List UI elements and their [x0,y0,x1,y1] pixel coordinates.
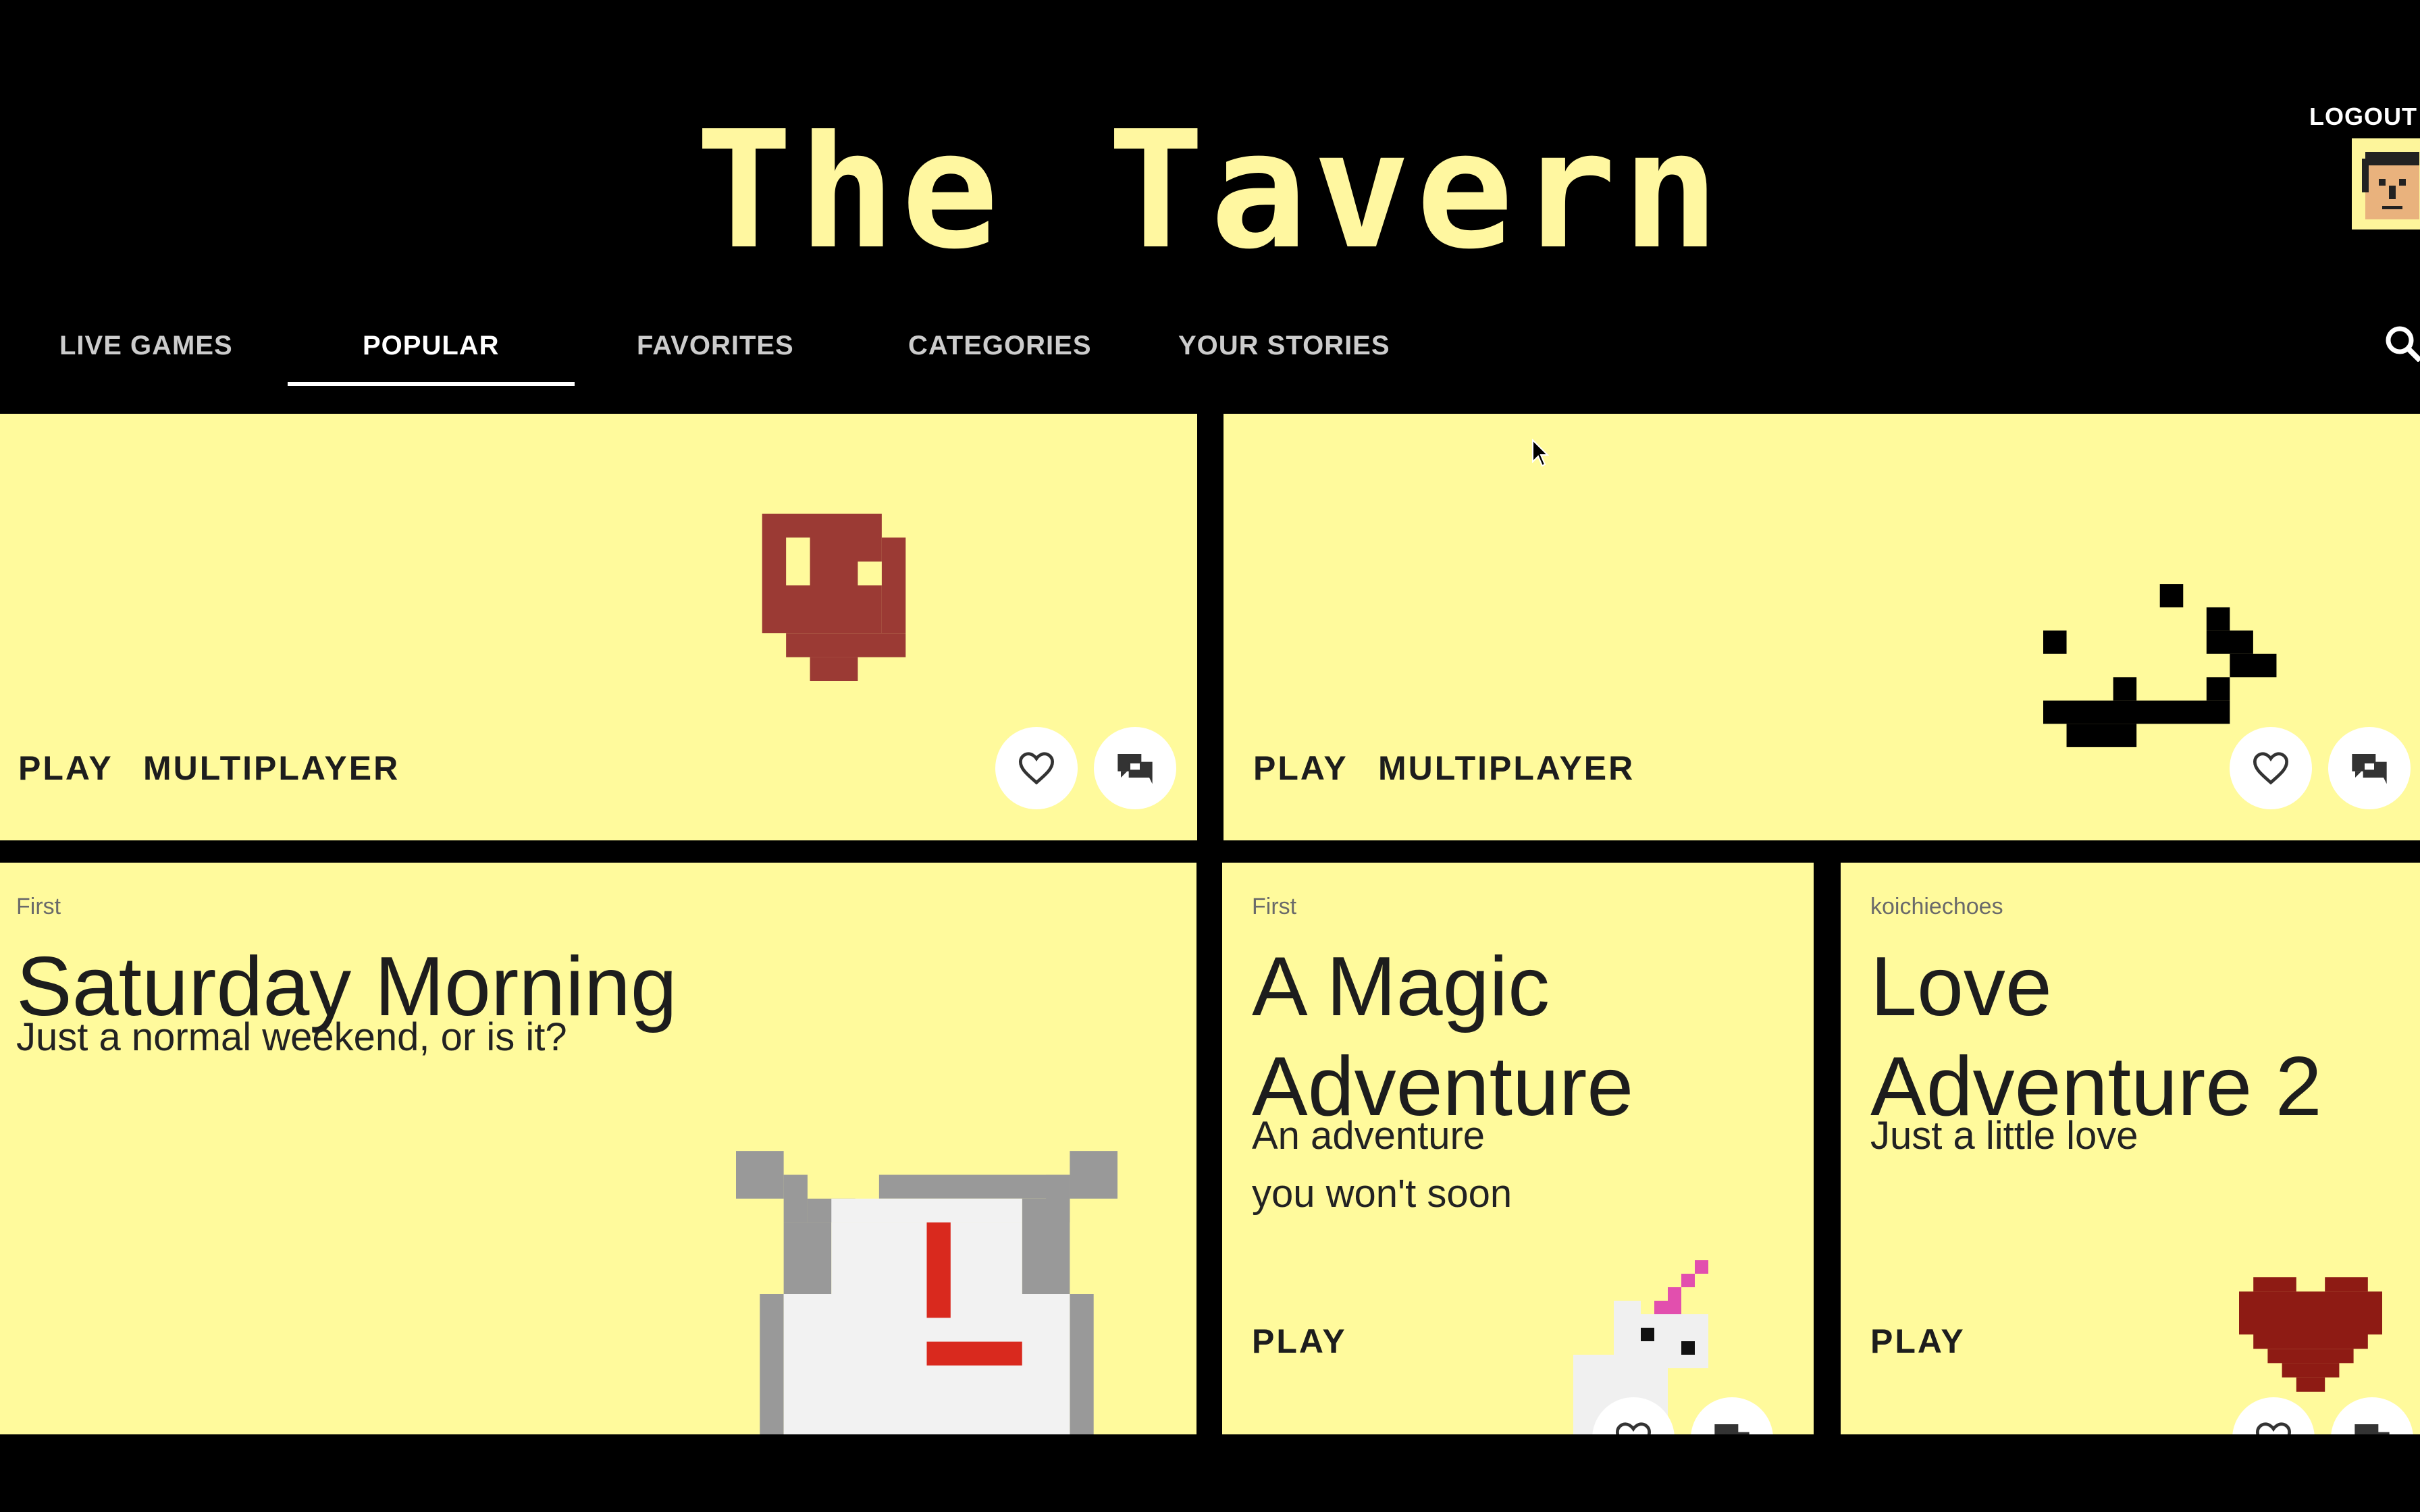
app-title: The Tavern [0,101,2420,290]
story-title-line-1: A Magic [1252,940,1550,1033]
play-button[interactable]: PLAY [1252,1322,1347,1361]
comments-button[interactable] [1094,727,1176,809]
story-subtitle: Just a normal weekend, or is it? [16,1015,567,1059]
comments-button[interactable] [2328,727,2411,809]
pixel-art-red-creature [762,514,906,681]
chat-icon [2355,1424,2390,1434]
story-title-line-1: Love [1870,940,2052,1033]
heart-icon [2253,752,2289,785]
logout-link[interactable]: LOGOUT [2309,103,2417,131]
game-card[interactable]: PLAY MULTIPLAYER [1224,414,2420,840]
multiplayer-button[interactable]: MULTIPLAYER [1378,749,1635,788]
heart-icon [1615,1422,1652,1434]
bottom-letterbox [0,1434,2420,1512]
story-author: First [1252,894,1297,919]
tab-your-stories[interactable]: YOUR STORIES [1178,331,1390,361]
game-card[interactable]: PLAY MULTIPLAYER [0,414,1197,840]
pixel-art-heart [2239,1277,2382,1392]
main-nav: LIVE GAMES POPULAR FAVORITES CATEGORIES … [0,317,2420,392]
story-subtitle-line-1: An adventure [1252,1114,1485,1158]
play-button[interactable]: PLAY [1253,749,1348,788]
story-author: koichiechoes [1870,894,2003,919]
story-card[interactable]: First A Magic Adventure An adventure you… [1222,863,1814,1434]
comments-button[interactable] [2331,1397,2413,1434]
story-subtitle: Just a little love [1870,1114,2138,1158]
favorite-button[interactable] [995,727,1078,809]
active-tab-indicator [288,382,575,386]
heart-icon [2255,1422,2292,1434]
tab-live-games[interactable]: LIVE GAMES [59,331,233,361]
story-subtitle-line-2: you won't soon [1252,1172,1512,1216]
mouse-cursor-icon [1532,439,1550,467]
multiplayer-button[interactable]: MULTIPLAYER [143,749,400,788]
tab-popular[interactable]: POPULAR [363,331,500,361]
user-avatar[interactable] [2352,138,2420,230]
pixel-art-robot-clock [736,1151,1117,1434]
play-button[interactable]: PLAY [18,749,113,788]
heart-icon [1018,752,1055,785]
pixel-art-black-squiggle [2043,584,2277,747]
tab-categories[interactable]: CATEGORIES [908,331,1092,361]
app-title-text: The Tavern [695,128,1725,263]
story-card[interactable]: koichiechoes Love Adventure 2 Just a lit… [1841,863,2420,1434]
chat-icon [1714,1424,1750,1434]
favorite-button[interactable] [2232,1397,2315,1434]
pixel-title-logo: The Tavern [695,128,1725,263]
tab-favorites[interactable]: FAVORITES [637,331,794,361]
play-button[interactable]: PLAY [1870,1322,1966,1361]
chat-icon [2352,754,2387,784]
story-author: First [16,894,61,919]
favorite-button[interactable] [2230,727,2312,809]
search-icon[interactable] [2384,324,2420,362]
story-card[interactable]: First Saturday Morning Just a normal wee… [0,863,1196,1434]
chat-icon [1117,754,1153,784]
